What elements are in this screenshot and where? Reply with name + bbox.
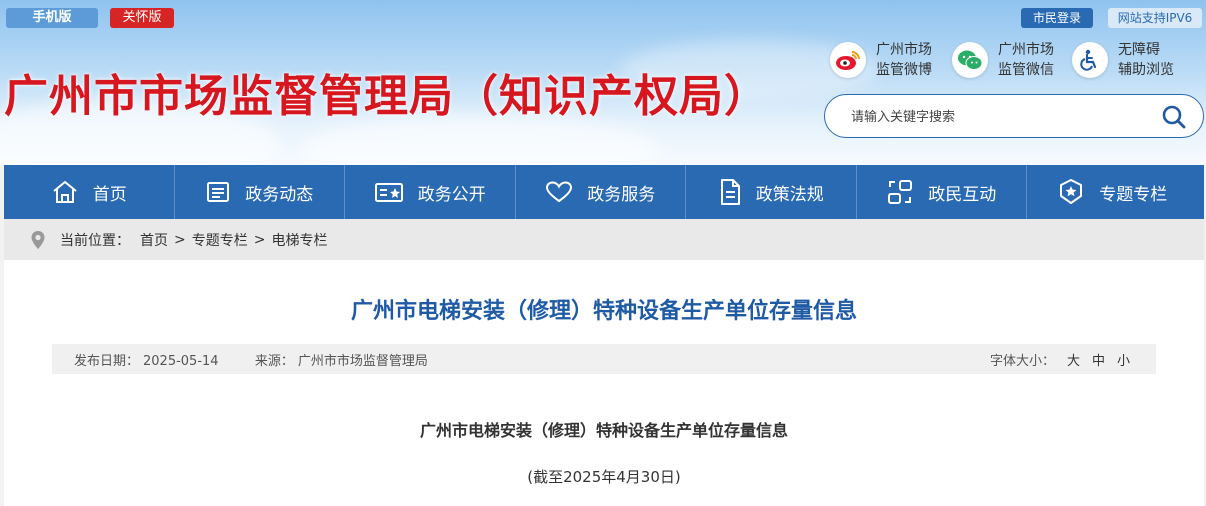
article-meta: 发布日期： 2025-05-14 来源： 广州市市场监督管理局 字体大小： 大 中 …	[52, 344, 1156, 374]
interaction-icon	[888, 180, 913, 204]
search-input[interactable]	[851, 106, 1131, 128]
search-icon	[1162, 105, 1186, 129]
open-icon	[374, 183, 403, 202]
site-title: 广州市市场监督管理局（知识产权局）	[4, 71, 769, 122]
nav-item-open[interactable]: 政务公开	[345, 165, 516, 219]
citizen-login-button[interactable]: 市民登录	[1021, 8, 1093, 28]
home-icon	[53, 181, 77, 203]
source-label: 来源：	[254, 353, 294, 369]
weibo-label-line2: 监管微博	[876, 62, 932, 78]
badge-icon	[1060, 179, 1083, 204]
nav-item-topics[interactable]: 专题专栏	[1027, 165, 1198, 219]
font-size-medium-button[interactable]: 中	[1092, 350, 1105, 369]
site-header: 手机版 关怀版 市民登录 网站支持IPV6 广州市市场监督管理局（知识产权局） …	[0, 0, 1206, 165]
font-size-label: 字体大小：	[989, 353, 1055, 369]
nav-item-label: 政策法规	[755, 184, 824, 205]
search-box	[824, 94, 1204, 138]
weibo-icon	[830, 42, 866, 78]
nav-item-home[interactable]: 首页	[4, 165, 175, 219]
nav-item-label: 政民互动	[928, 184, 997, 205]
breadcrumb-separator: >	[174, 231, 186, 248]
font-size-large-button[interactable]: 大	[1067, 350, 1080, 369]
wechat-icon	[952, 42, 988, 78]
article-body-date: (截至2025年4月30日)	[527, 468, 681, 486]
care-version-link[interactable]: 关怀版	[110, 8, 174, 28]
nav-item-label: 政务动态	[245, 184, 314, 205]
search-button[interactable]	[1161, 104, 1187, 130]
nav-item-news[interactable]: 政务动态	[175, 165, 345, 219]
publish-date: 2025-05-14	[143, 353, 219, 369]
weibo-link[interactable]: 广州市场 监管微博	[830, 38, 932, 82]
breadcrumb-prefix: 当前位置：	[60, 232, 130, 249]
accessibility-link[interactable]: 无障碍 辅助浏览	[1072, 38, 1174, 82]
document-icon	[720, 179, 740, 205]
accessibility-icon	[1072, 42, 1108, 78]
wechat-link[interactable]: 广州市场 监管微信	[952, 38, 1054, 82]
mobile-version-link[interactable]: 手机版	[6, 8, 98, 28]
breadcrumb-link-home[interactable]: 首页	[140, 230, 168, 250]
wechat-label-line1: 广州市场	[998, 42, 1054, 58]
nav-item-label: 政务服务	[587, 184, 656, 205]
article-title: 广州市电梯安装（修理）特种设备生产单位存量信息	[350, 299, 857, 324]
nav-item-policy[interactable]: 政策法规	[686, 165, 857, 219]
accessibility-label-line2: 辅助浏览	[1118, 62, 1174, 78]
accessibility-label-line1: 无障碍	[1118, 42, 1160, 58]
nav-item-label: 首页	[92, 184, 127, 205]
heart-icon	[546, 181, 573, 203]
publish-date-label: 发布日期：	[74, 353, 140, 369]
nav-item-interaction[interactable]: 政民互动	[857, 165, 1027, 219]
news-icon	[207, 182, 230, 202]
font-size-small-button[interactable]: 小	[1117, 350, 1130, 369]
source-value: 广州市市场监督管理局	[297, 353, 428, 369]
location-pin-icon	[31, 230, 45, 249]
wechat-label-line2: 监管微信	[998, 62, 1054, 78]
breadcrumb-separator: >	[253, 231, 266, 248]
breadcrumb-link-topics[interactable]: 专题专栏	[192, 230, 248, 250]
ipv6-badge: 网站支持IPV6	[1108, 8, 1202, 28]
article-content: 广州市电梯安装（修理）特种设备生产单位存量信息 发布日期： 2025-05-14 …	[4, 260, 1204, 506]
weibo-label-line1: 广州市场	[876, 42, 932, 58]
breadcrumb: 当前位置： 首页 > 专题专栏 > 电梯专栏	[4, 219, 1204, 260]
nav-item-label: 专题专栏	[1099, 184, 1168, 205]
article-body-title: 广州市电梯安装（修理）特种设备生产单位存量信息	[419, 421, 788, 440]
nav-item-label: 政务公开	[417, 184, 486, 205]
nav-item-service[interactable]: 政务服务	[516, 165, 686, 219]
main-nav: 首页 政务动态 政务公开 政务服务 政策法规 政民互动 专题专栏	[4, 165, 1204, 219]
breadcrumb-link-elevator[interactable]: 电梯专栏	[271, 230, 327, 250]
